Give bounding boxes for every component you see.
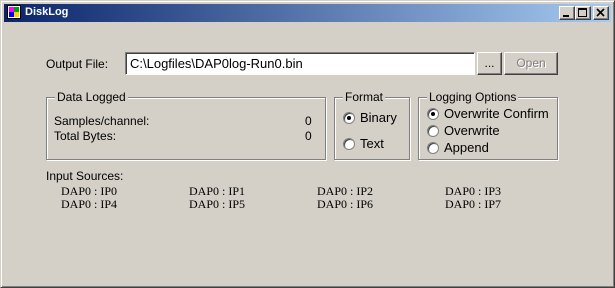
format-binary-radio[interactable] xyxy=(343,112,355,124)
radio-selected-dot xyxy=(431,112,435,116)
overwrite-confirm-label[interactable]: Overwrite Confirm xyxy=(444,106,549,121)
maximize-button[interactable] xyxy=(575,6,591,20)
input-source-item: DAP0 : IP4 xyxy=(61,197,118,211)
overwrite-confirm-radio[interactable] xyxy=(427,108,439,120)
input-source-item: DAP0 : IP7 xyxy=(445,197,502,211)
window-title: DiskLog xyxy=(25,6,69,18)
output-file-label: Output File: xyxy=(46,57,109,71)
open-button[interactable]: Open xyxy=(504,52,558,75)
browse-button[interactable]: ... xyxy=(477,52,502,75)
format-group: Format Binary Text xyxy=(334,90,410,160)
format-binary-label[interactable]: Binary xyxy=(360,110,397,125)
disklog-window: DiskLog Output File: C:\Logfiles\DAP0log… xyxy=(0,0,615,288)
app-icon[interactable] xyxy=(7,5,21,19)
overwrite-label[interactable]: Overwrite xyxy=(444,123,500,138)
title-bar[interactable]: DiskLog xyxy=(4,4,611,22)
input-source-item: DAP0 : IP5 xyxy=(189,197,246,211)
format-text-label[interactable]: Text xyxy=(360,136,384,151)
input-source-item: DAP0 : IP6 xyxy=(317,197,374,211)
samples-label: Samples/channel: xyxy=(54,114,150,128)
input-sources-label: Input Sources: xyxy=(46,169,124,183)
append-label[interactable]: Append xyxy=(444,140,489,155)
logging-options-title: Logging Options xyxy=(427,90,519,104)
radio-selected-dot xyxy=(347,116,351,120)
total-bytes-value: 0 xyxy=(305,129,312,143)
format-title: Format xyxy=(343,90,386,104)
close-icon xyxy=(596,8,605,17)
data-logged-title: Data Logged xyxy=(55,90,128,104)
logging-options-group: Logging Options Overwrite Confirm Overwr… xyxy=(418,90,558,160)
minimize-icon xyxy=(563,15,569,17)
minimize-button[interactable] xyxy=(559,6,575,20)
output-file-field[interactable]: C:\Logfiles\DAP0log-Run0.bin xyxy=(125,52,475,75)
maximize-icon xyxy=(578,8,587,17)
append-radio[interactable] xyxy=(427,142,439,154)
format-text-radio[interactable] xyxy=(343,138,355,150)
total-bytes-label: Total Bytes: xyxy=(54,129,117,143)
samples-value: 0 xyxy=(305,114,312,128)
close-button[interactable] xyxy=(593,6,609,20)
data-logged-group: Data Logged Samples/channel: 0 Total Byt… xyxy=(46,90,326,160)
overwrite-radio[interactable] xyxy=(427,125,439,137)
